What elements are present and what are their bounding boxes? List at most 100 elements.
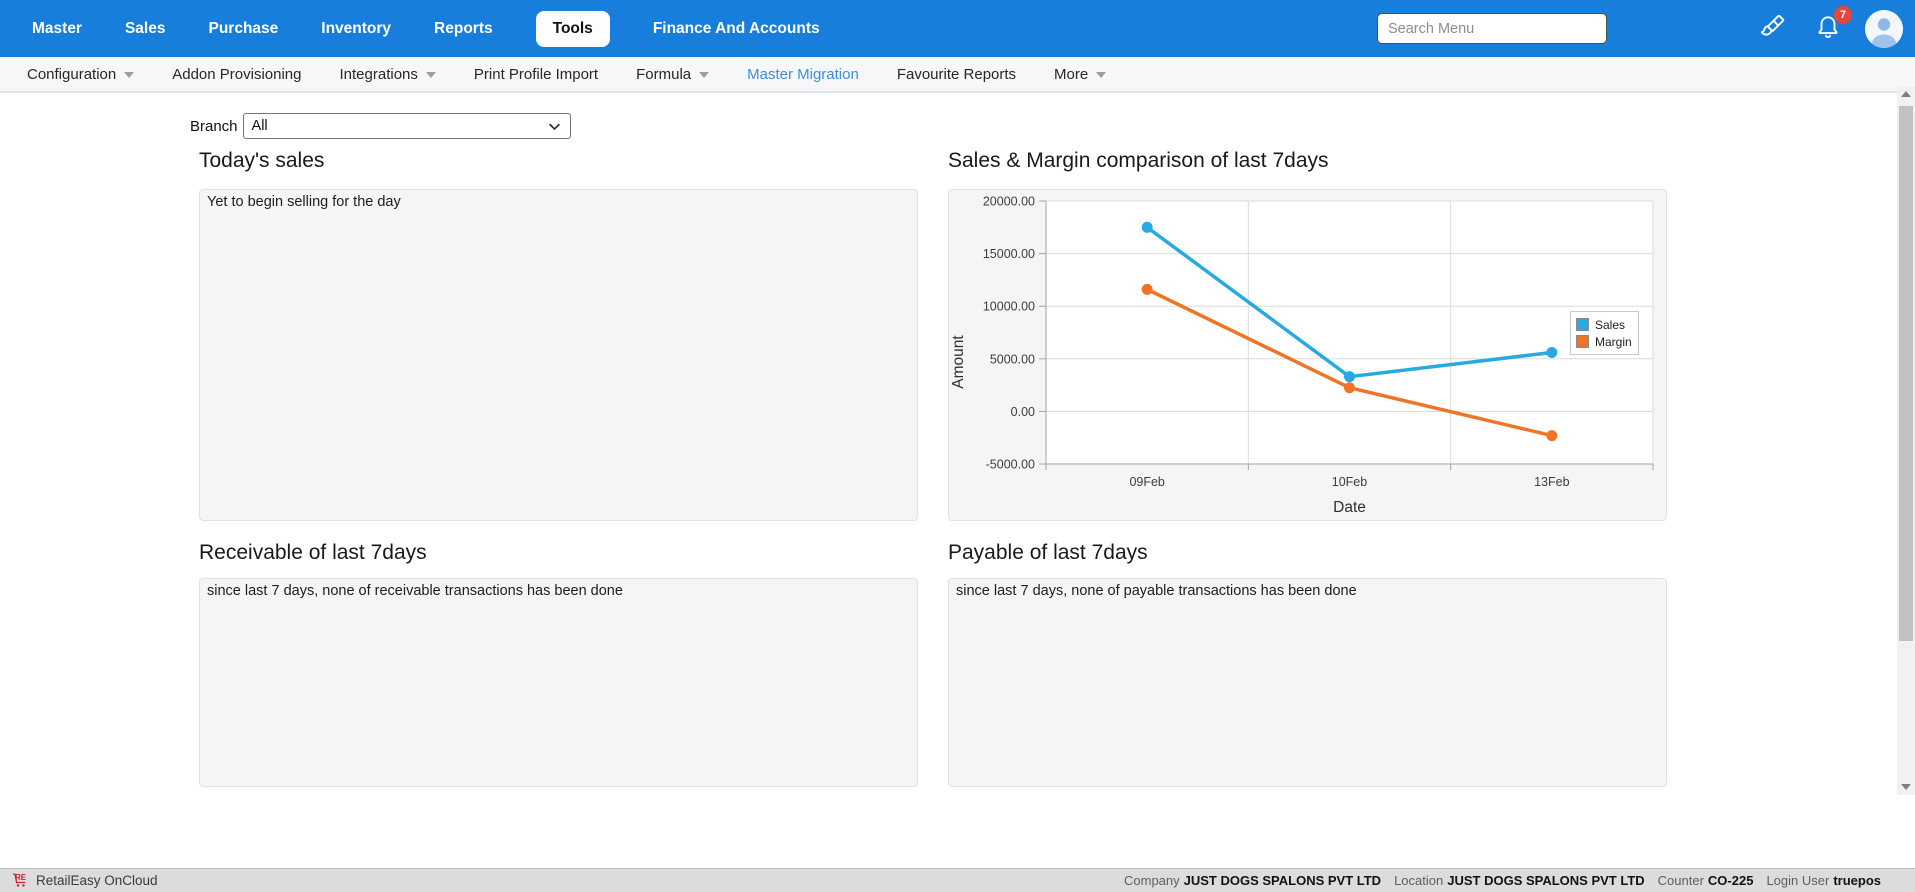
receivable-title: Receivable of last 7days [199, 541, 427, 565]
paintbrush-theme-button[interactable] [1757, 14, 1787, 44]
scroll-down-button[interactable] [1897, 779, 1915, 795]
status-field-label: Location [1394, 873, 1443, 888]
legend-swatch-sales [1576, 318, 1589, 331]
status-field-login-user: Login User truepos [1766, 873, 1881, 888]
status-bar: RE RetailEasy OnCloud Company JUST DOGS S… [0, 868, 1915, 892]
menu-item-label: More [1054, 66, 1088, 83]
triangle-down-icon [1901, 784, 1911, 790]
menu-item-more[interactable]: More [1054, 66, 1106, 83]
status-field-company: Company JUST DOGS SPALONS PVT LTD [1124, 873, 1381, 888]
status-field-value: truepos [1833, 873, 1881, 888]
legend-label: Margin [1595, 335, 1632, 349]
nav-item-tools[interactable]: Tools [536, 11, 610, 47]
status-fields: CompanyJUST DOGS SPALONS PVT LTDLocation… [1124, 873, 1881, 888]
payable-title: Payable of last 7days [948, 541, 1148, 565]
chevron-down-icon [1096, 72, 1106, 78]
scrollbar-thumb[interactable] [1899, 106, 1913, 641]
legend-item-sales: Sales [1576, 316, 1632, 333]
nav-item-sales[interactable]: Sales [125, 20, 166, 38]
receivable-empty-message: since last 7 days, none of receivable tr… [200, 579, 917, 603]
nav-item-purchase[interactable]: Purchase [208, 20, 278, 38]
paintbrush-icon [1759, 13, 1786, 45]
triangle-up-icon [1901, 91, 1911, 97]
menu-item-print-profile-import[interactable]: Print Profile Import [474, 66, 598, 83]
menu-item-favourite-reports[interactable]: Favourite Reports [897, 66, 1016, 83]
todays-sales-title: Today's sales [199, 149, 324, 173]
legend-item-margin: Margin [1576, 333, 1632, 350]
sales-margin-title: Sales & Margin comparison of last 7days [948, 149, 1329, 173]
notification-badge: 7 [1834, 6, 1852, 24]
data-point-margin-09feb [1142, 284, 1153, 295]
menu-item-label: Integrations [340, 66, 418, 83]
menu-item-label: Configuration [27, 66, 116, 83]
nav-item-finance-and-accounts[interactable]: Finance And Accounts [653, 20, 820, 38]
y-tick-label: 15000.00 [983, 247, 1035, 261]
chart-legend: Sales Margin [1570, 311, 1639, 355]
receivable-panel: since last 7 days, none of receivable tr… [199, 578, 918, 787]
brand-name: RetailEasy OnCloud [36, 873, 158, 888]
todays-sales-empty-message: Yet to begin selling for the day [200, 190, 917, 214]
x-tick-label: 10Feb [1332, 475, 1367, 489]
menu-item-configuration[interactable]: Configuration [27, 66, 134, 83]
status-field-counter: CounterCO-225 [1658, 873, 1754, 888]
status-field-location: Location JUST DOGS SPALONS PVT LTD [1394, 873, 1645, 888]
y-tick-label: 10000.00 [983, 300, 1035, 314]
branch-filter: Branch All [190, 113, 571, 139]
scroll-up-button[interactable] [1897, 86, 1915, 102]
retaileasy-logo-icon: RE [12, 872, 29, 889]
retaileasy-dashboard: Master Sales Purchase Inventory Reports Tools… [0, 0, 1915, 892]
status-field-label: Login User [1766, 873, 1829, 888]
menu-item-formula[interactable]: Formula [636, 66, 709, 83]
payable-panel: since last 7 days, none of payable trans… [948, 578, 1667, 787]
status-field-label: Company [1124, 873, 1180, 888]
chevron-down-icon [124, 72, 134, 78]
y-tick-label: 5000.00 [990, 352, 1035, 366]
nav-item-master[interactable]: Master [32, 20, 82, 38]
chevron-down-icon [426, 72, 436, 78]
menu-item-label: Addon Provisioning [172, 66, 301, 83]
nav-item-reports[interactable]: Reports [434, 20, 493, 38]
search-input[interactable] [1377, 13, 1607, 44]
data-point-sales-10feb [1344, 371, 1355, 382]
y-tick-label: 0.00 [1011, 405, 1035, 419]
branch-select-value: All [252, 118, 268, 134]
user-avatar-icon [1865, 35, 1903, 48]
branch-select[interactable]: All [243, 113, 571, 139]
data-point-margin-10feb [1344, 382, 1355, 393]
menu-item-integrations[interactable]: Integrations [340, 66, 436, 83]
todays-sales-panel: Yet to begin selling for the day [199, 189, 918, 521]
data-point-sales-09feb [1142, 222, 1153, 233]
nav-item-inventory[interactable]: Inventory [321, 20, 391, 38]
legend-swatch-margin [1576, 335, 1589, 348]
chevron-down-icon [699, 72, 709, 78]
sales-margin-chart-panel: 20000.00 15000.00 10000.00 5000.00 0.00 -5000… [948, 189, 1667, 521]
data-point-sales-13feb [1546, 347, 1557, 358]
menu-item-master-migration[interactable]: Master Migration [747, 66, 859, 83]
status-field-value: JUST DOGS SPALONS PVT LTD [1447, 873, 1644, 888]
x-axis-title: Date [1333, 499, 1366, 516]
vertical-scrollbar[interactable] [1897, 86, 1915, 795]
sales-margin-line-chart: 20000.00 15000.00 10000.00 5000.00 0.00 -5000… [949, 190, 1666, 520]
notifications-button[interactable]: 7 [1813, 14, 1843, 44]
y-axis-title: Amount [950, 335, 967, 389]
menu-item-label: Print Profile Import [474, 66, 598, 83]
menu-item-addon-provisioning[interactable]: Addon Provisioning [172, 66, 301, 83]
chevron-down-icon [547, 119, 562, 134]
brand: RE RetailEasy OnCloud [12, 872, 158, 889]
primary-nav: Master Sales Purchase Inventory Reports Tools… [32, 11, 820, 47]
y-tick-label: 20000.00 [983, 195, 1035, 209]
menu-item-label: Formula [636, 66, 691, 83]
x-tick-label: 09Feb [1129, 475, 1164, 489]
y-tick-label: -5000.00 [986, 458, 1035, 472]
user-avatar-button[interactable] [1865, 10, 1903, 48]
status-field-label: Counter [1658, 873, 1704, 888]
menu-item-label: Master Migration [747, 66, 859, 83]
menu-item-label: Favourite Reports [897, 66, 1016, 83]
top-nav-bar: Master Sales Purchase Inventory Reports Tools… [0, 0, 1915, 57]
payable-empty-message: since last 7 days, none of payable trans… [949, 579, 1666, 603]
branch-label: Branch [190, 118, 238, 135]
secondary-menu-bar: Configuration Addon Provisioning Integrati… [0, 57, 1915, 93]
x-tick-label: 13Feb [1534, 475, 1569, 489]
status-field-value: JUST DOGS SPALONS PVT LTD [1184, 873, 1381, 888]
data-point-margin-13feb [1546, 430, 1557, 441]
